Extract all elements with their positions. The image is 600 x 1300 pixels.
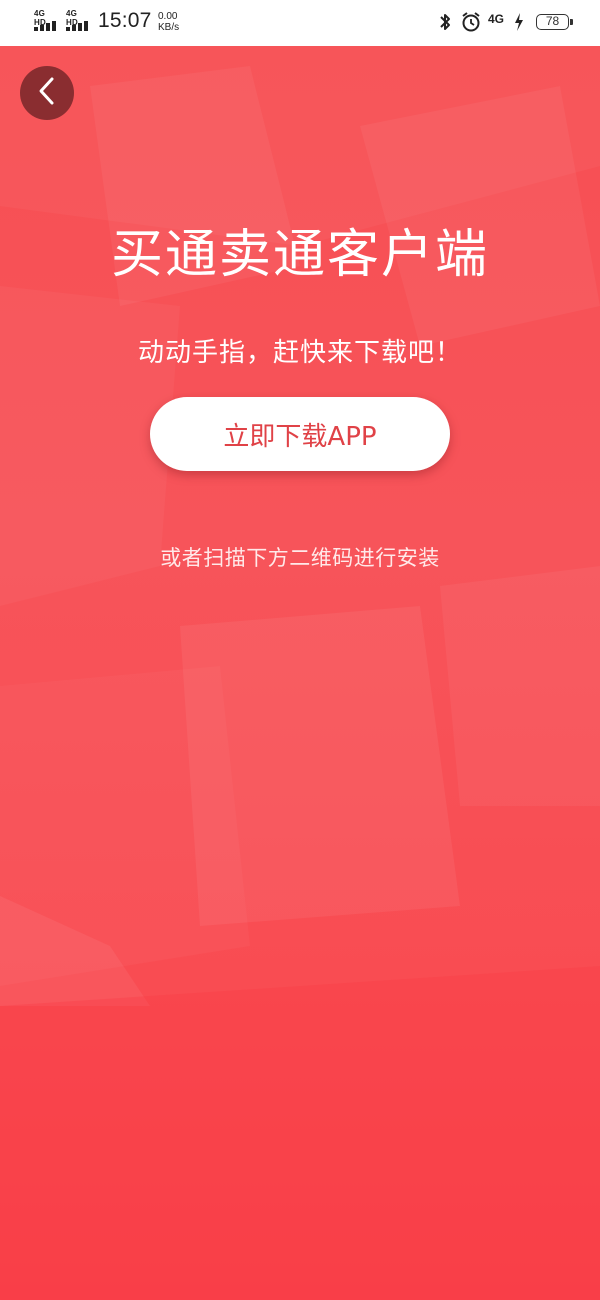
download-page: 买通卖通客户端 动动手指，赶快来下载吧！ 立即下载APP 或者扫描下方二维码进行…	[0, 46, 600, 1300]
qr-install-hint: 或者扫描下方二维码进行安装	[160, 546, 440, 570]
battery-level: 78	[545, 14, 560, 28]
network-4g-icon: 4G	[488, 12, 504, 26]
network-type-label: 4G	[488, 12, 505, 26]
charging-icon	[513, 12, 525, 37]
net-speed: 0.00 KB/s	[158, 11, 179, 33]
status-bar: 4G HD 4G HD 15:07 0.00 KB/s 4G 78	[0, 0, 600, 46]
page-subtitle: 动动手指，赶快来下载吧！	[137, 338, 462, 368]
net-speed-value: 0.00	[158, 11, 178, 22]
clock: 15:07	[98, 9, 152, 32]
download-app-button[interactable]: 立即下载APP	[150, 397, 450, 471]
back-button[interactable]	[20, 66, 74, 120]
net-speed-unit: KB/s	[158, 22, 180, 33]
bluetooth-icon	[438, 12, 452, 37]
page-title: 买通卖通客户端	[110, 225, 489, 285]
chevron-left-icon	[37, 76, 57, 110]
battery-icon: 78	[536, 14, 569, 30]
alarm-icon	[460, 11, 482, 38]
battery-tip	[570, 19, 573, 25]
